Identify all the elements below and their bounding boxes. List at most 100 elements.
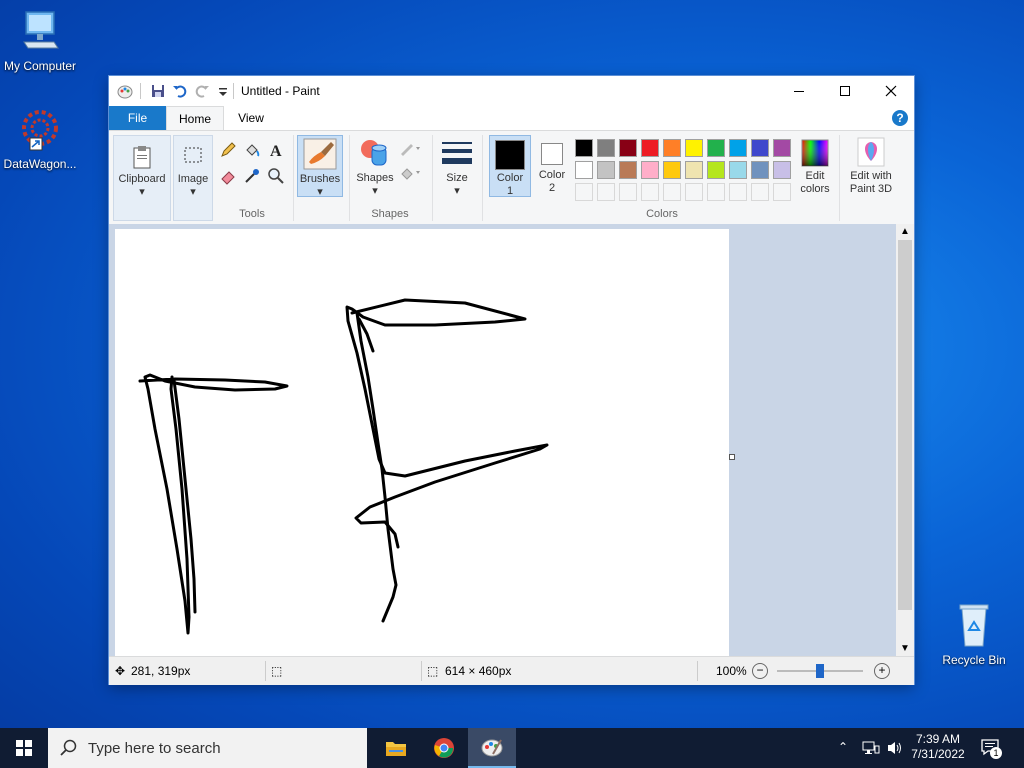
fill-icon[interactable] (243, 141, 261, 159)
eraser-icon[interactable] (219, 167, 237, 185)
color-swatch[interactable] (685, 139, 703, 157)
custom-color-slot[interactable] (707, 183, 725, 201)
color-swatch[interactable] (619, 161, 637, 179)
scroll-down-icon[interactable]: ▼ (900, 643, 910, 654)
color-swatch[interactable] (663, 161, 681, 179)
custom-color-slot[interactable] (619, 183, 637, 201)
paint3d-icon (857, 137, 885, 167)
brushes-button[interactable]: Brushes ▾ (297, 135, 343, 198)
clock-time: 7:39 AM (915, 732, 961, 746)
edit-colors-line2: colors (800, 183, 830, 195)
color-picker-icon[interactable] (243, 167, 261, 185)
taskbar-chrome[interactable] (420, 728, 468, 768)
color-palette (575, 139, 799, 205)
text-icon[interactable]: A (267, 141, 285, 159)
drawing-canvas[interactable] (115, 229, 729, 656)
color-swatch[interactable] (597, 139, 615, 157)
windows-logo-icon (16, 740, 32, 756)
taskbar-file-explorer[interactable] (372, 728, 420, 768)
color-swatch[interactable] (707, 139, 725, 157)
maximize-button[interactable] (822, 76, 868, 106)
taskbar-paint[interactable] (468, 728, 516, 768)
scroll-up-icon[interactable]: ▲ (900, 226, 910, 237)
color2-swatch (541, 143, 563, 165)
color-swatch[interactable] (641, 139, 659, 157)
canvas-resize-handle[interactable] (729, 454, 735, 460)
custom-color-slot[interactable] (641, 183, 659, 201)
start-button[interactable] (0, 728, 48, 768)
color-swatch[interactable] (707, 161, 725, 179)
shapes-icon (361, 140, 387, 166)
drawn-strokes (138, 298, 549, 635)
color-swatch[interactable] (619, 139, 637, 157)
size-icon (442, 142, 472, 164)
custom-color-slot[interactable] (751, 183, 769, 201)
undo-icon[interactable] (172, 83, 188, 99)
color-swatch[interactable] (751, 139, 769, 157)
color1-label-line1: Color (496, 172, 524, 184)
color-swatch[interactable] (729, 161, 747, 179)
cursor-position: 281, 319px (131, 664, 191, 678)
color2-button[interactable]: Color 2 (533, 135, 571, 197)
minimize-button[interactable] (776, 76, 822, 106)
size-button[interactable]: Size ▾ (437, 135, 477, 197)
fill-shape-icon[interactable] (399, 165, 423, 181)
color1-button[interactable]: Color 1 (489, 135, 531, 197)
paint-app-icon[interactable] (117, 83, 133, 99)
help-icon[interactable]: ? (892, 110, 908, 126)
network-icon[interactable] (862, 740, 880, 756)
tab-file[interactable]: File (109, 106, 166, 130)
search-box[interactable]: Type here to search (48, 728, 367, 768)
color-swatch[interactable] (773, 161, 791, 179)
color-swatch[interactable] (575, 161, 593, 179)
save-icon[interactable] (150, 83, 166, 99)
clipboard-button[interactable]: Clipboard ▾ (113, 135, 171, 221)
close-button[interactable] (868, 76, 914, 106)
cursor-position-icon: ✥ (115, 664, 126, 678)
image-size: 614 × 460px (445, 664, 512, 678)
custom-color-slot[interactable] (663, 183, 681, 201)
shapes-button[interactable]: Shapes ▾ (353, 135, 397, 197)
edit-with-paint3d-button[interactable]: Edit with Paint 3D (843, 135, 899, 197)
scrollbar-thumb[interactable] (898, 240, 912, 610)
desktop-icon-recycle-bin[interactable]: Recycle Bin (934, 602, 1014, 667)
show-hidden-icons[interactable]: ⌃ (838, 740, 848, 754)
volume-icon[interactable] (886, 740, 904, 756)
zoom-slider[interactable] (777, 664, 863, 678)
outline-icon[interactable] (399, 141, 423, 157)
chevron-down-icon: ▾ (139, 186, 145, 198)
notification-center-button[interactable]: 1 (980, 738, 1002, 759)
custom-color-slot[interactable] (575, 183, 593, 201)
custom-color-slot[interactable] (685, 183, 703, 201)
desktop-icon-datawagon[interactable]: DataWagon... (0, 106, 80, 171)
custom-color-slot[interactable] (773, 183, 791, 201)
clock[interactable]: 7:39 AM 7/31/2022 (910, 732, 966, 762)
tab-view[interactable]: View (229, 106, 273, 130)
color-swatch[interactable] (773, 139, 791, 157)
color-swatch[interactable] (751, 161, 769, 179)
tab-home[interactable]: Home (166, 106, 224, 130)
customize-qat-icon[interactable] (215, 83, 231, 99)
zoom-in-button[interactable]: + (874, 663, 890, 679)
custom-color-slot[interactable] (597, 183, 615, 201)
color-swatch[interactable] (597, 161, 615, 179)
image-button[interactable]: Image ▾ (173, 135, 213, 221)
vertical-scrollbar[interactable]: ▲ ▼ (896, 224, 914, 656)
magnifier-icon[interactable] (267, 167, 285, 185)
recycle-bin-icon (959, 604, 989, 647)
zoom-slider-thumb[interactable] (816, 664, 824, 678)
color-swatch[interactable] (729, 139, 747, 157)
color2-label-line2: 2 (548, 182, 556, 194)
status-bar: ✥ 281, 319px ⬚ ⬚ 614 × 460px 100% − + (109, 656, 914, 685)
color-swatch[interactable] (575, 139, 593, 157)
zoom-out-button[interactable]: − (752, 663, 768, 679)
edit-colors-button[interactable]: Edit colors (797, 135, 833, 197)
redo-icon[interactable] (194, 83, 210, 99)
color-swatch[interactable] (663, 139, 681, 157)
color-swatch[interactable] (685, 161, 703, 179)
custom-color-slot[interactable] (729, 183, 747, 201)
desktop-icon-my-computer[interactable]: My Computer (0, 8, 80, 73)
chevron-down-icon: ▾ (454, 185, 460, 197)
color-swatch[interactable] (641, 161, 659, 179)
pencil-icon[interactable] (219, 141, 237, 159)
